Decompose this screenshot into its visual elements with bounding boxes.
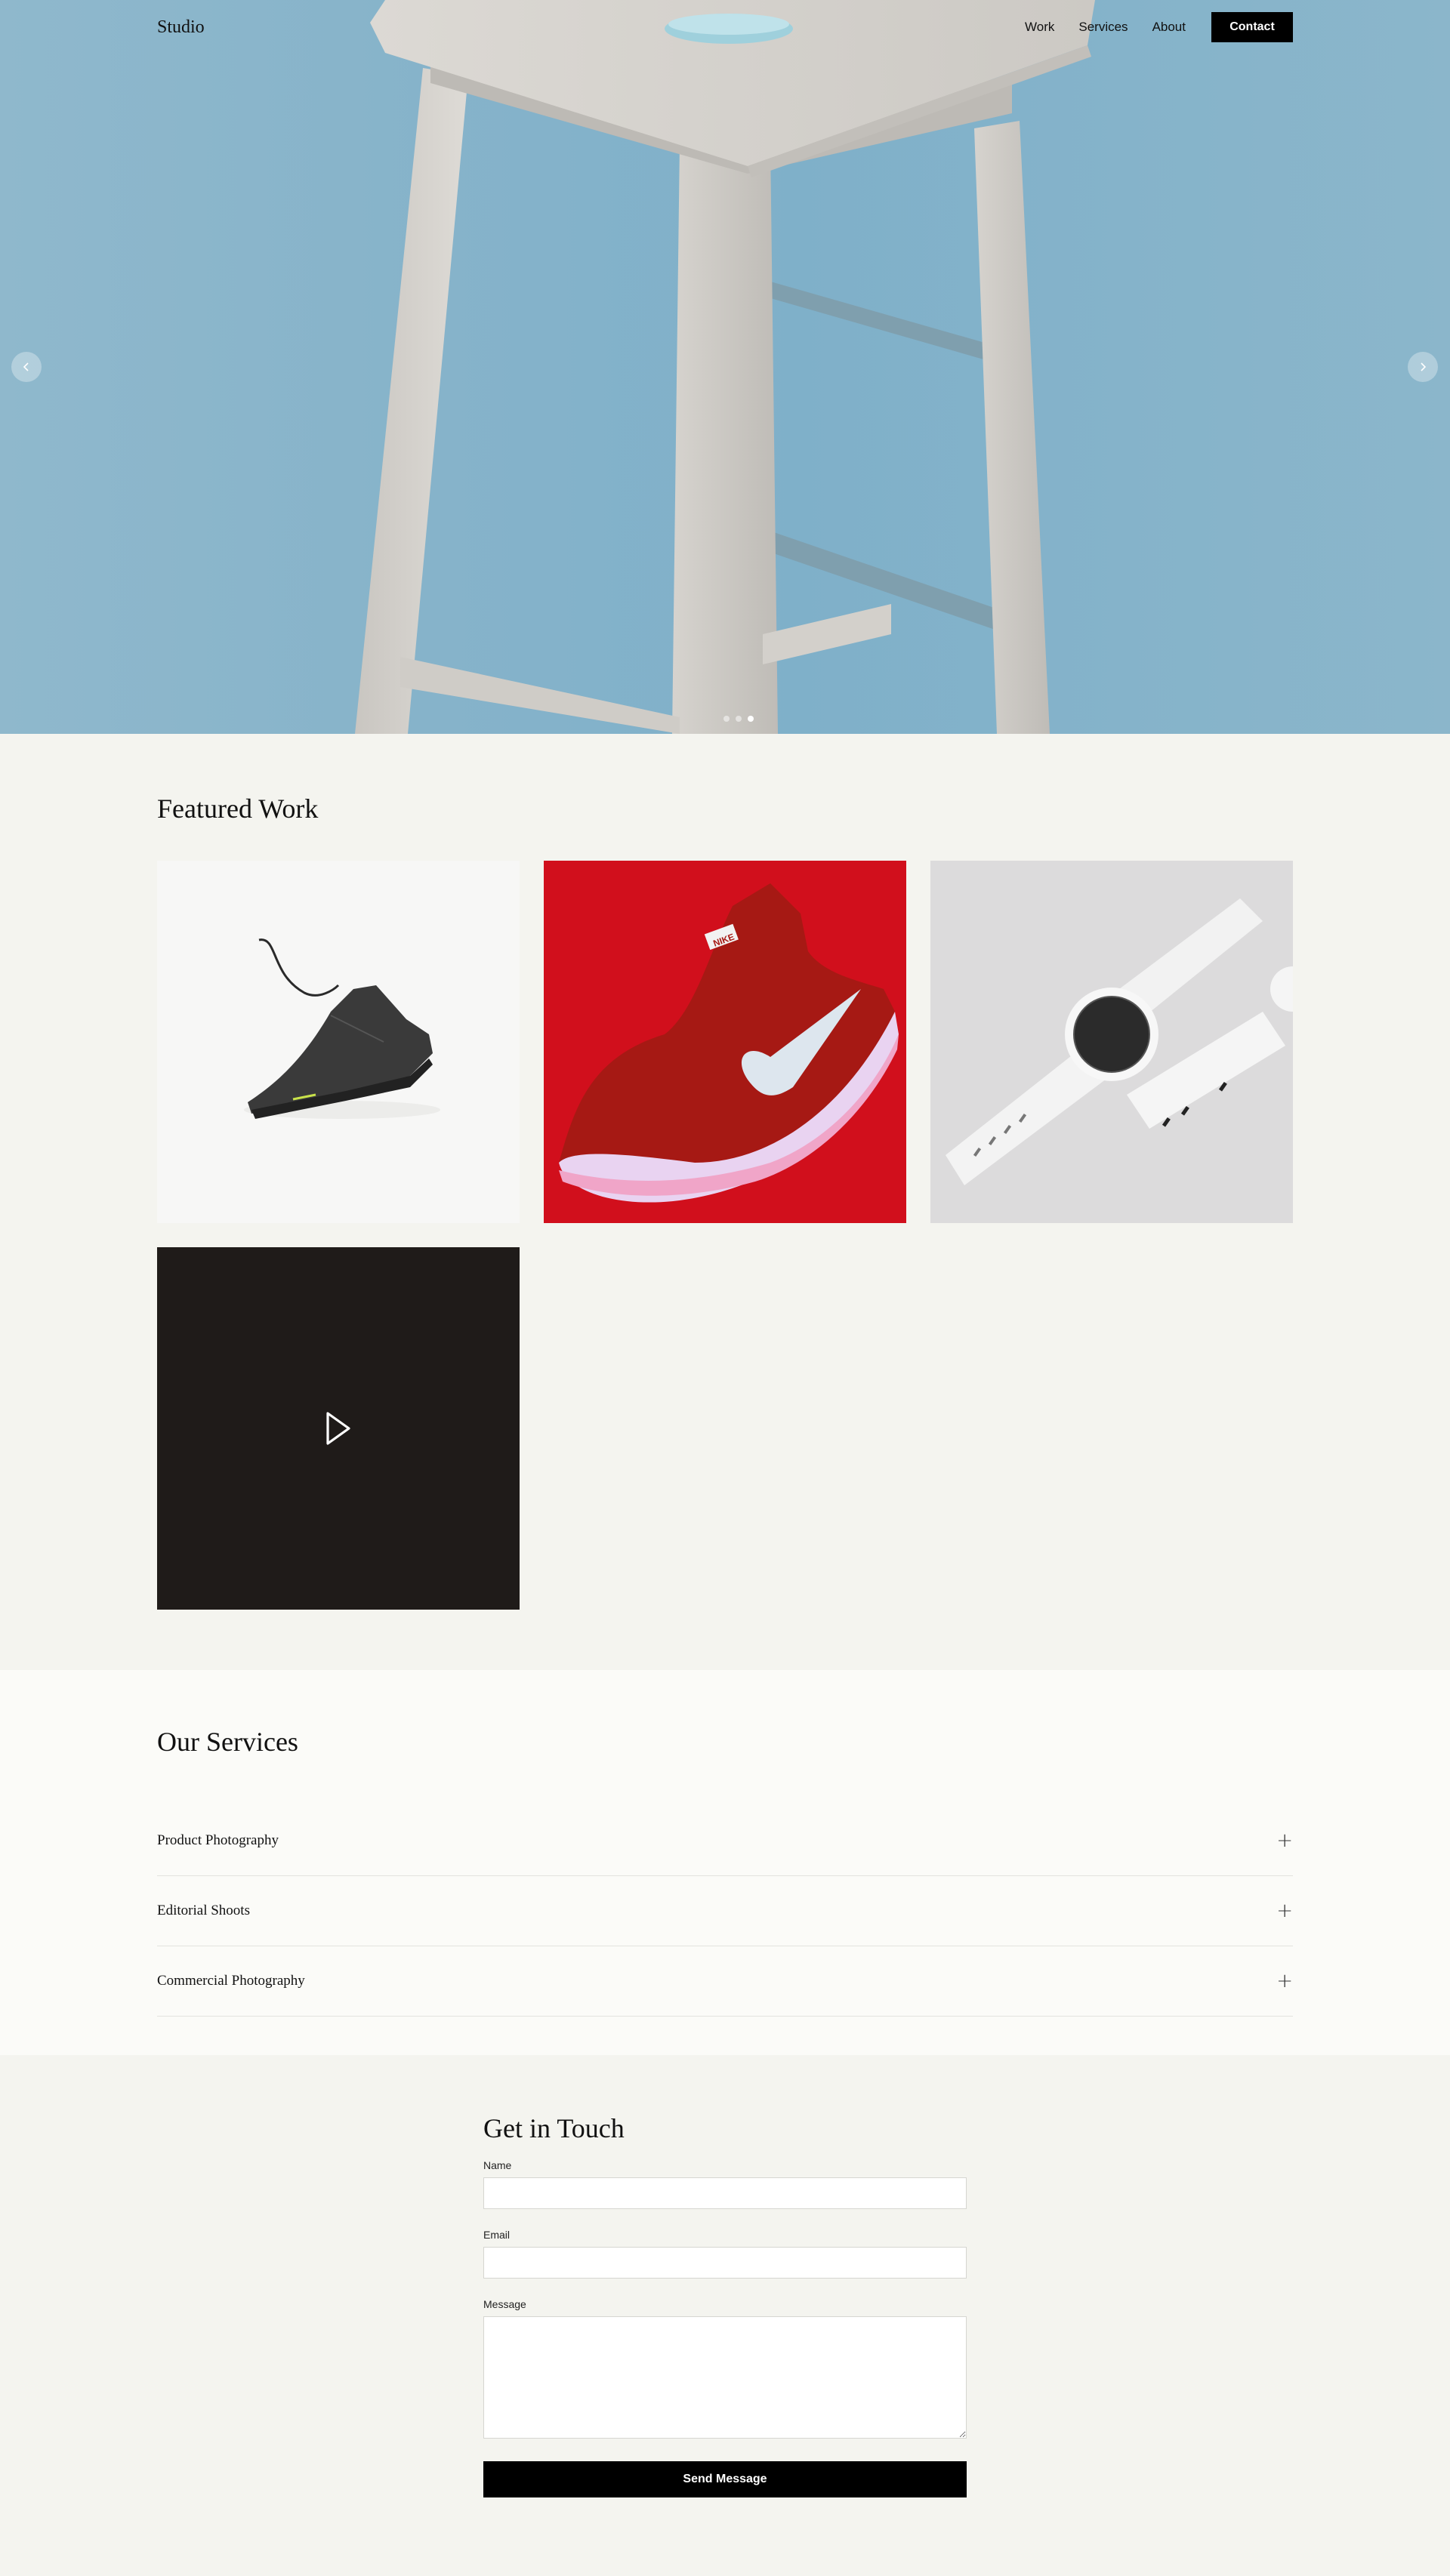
carousel-dot-2[interactable]: [736, 716, 742, 722]
hero-carousel: Studio Work Services About Contact: [0, 0, 1450, 734]
name-field[interactable]: [483, 2177, 967, 2209]
site-header: Studio Work Services About Contact: [157, 0, 1293, 54]
main-nav: Work Services About Contact: [1001, 12, 1293, 42]
service-label: Editorial Shoots: [157, 1903, 250, 1918]
service-item-editorial-shoots[interactable]: Editorial Shoots +: [157, 1876, 1293, 1946]
featured-work-title: Featured Work: [157, 793, 319, 824]
hero-stool-image: [355, 0, 1095, 734]
contact-title: Get in Touch: [483, 2113, 625, 2143]
black-sneaker-image: [157, 861, 520, 1223]
work-tile-black-sneaker[interactable]: [157, 861, 520, 1223]
work-tile-smartwatch[interactable]: [930, 861, 1293, 1223]
service-label: Commercial Photography: [157, 1973, 305, 1989]
contact-button[interactable]: Contact: [1211, 12, 1293, 42]
play-icon[interactable]: [323, 1410, 353, 1447]
carousel-dots: [723, 716, 754, 722]
chevron-left-icon: [23, 362, 29, 371]
message-field[interactable]: [483, 2316, 967, 2439]
email-field[interactable]: [483, 2247, 967, 2279]
message-label: Message: [483, 2298, 526, 2310]
work-tile-video[interactable]: [157, 1247, 520, 1610]
service-label: Product Photography: [157, 1832, 279, 1848]
name-label: Name: [483, 2159, 512, 2171]
contact-section: Get in Touch Name Email Message Send Mes…: [0, 2055, 1450, 2576]
service-item-commercial-photography[interactable]: Commercial Photography +: [157, 1946, 1293, 2017]
service-item-product-photography[interactable]: Product Photography +: [157, 1806, 1293, 1876]
nav-link-services[interactable]: Services: [1078, 20, 1128, 35]
carousel-dot-1[interactable]: [723, 716, 730, 722]
services-title: Our Services: [157, 1727, 298, 1757]
plus-icon: +: [1276, 1900, 1293, 1922]
site-logo[interactable]: Studio: [157, 17, 205, 38]
chevron-right-icon: [1421, 362, 1427, 371]
services-section: Our Services Product Photography + Edito…: [0, 1670, 1450, 2055]
smartwatch-image: [930, 861, 1293, 1223]
featured-work-section: Featured Work NIKE: [0, 734, 1450, 1670]
red-sneaker-image: NIKE: [544, 861, 906, 1223]
carousel-next-button[interactable]: [1408, 352, 1438, 382]
work-tile-red-sneaker[interactable]: NIKE: [544, 861, 906, 1223]
plus-icon: +: [1276, 1829, 1293, 1852]
contact-form: Get in Touch Name Email Message Send Mes…: [483, 2112, 967, 2497]
carousel-dot-3[interactable]: [748, 716, 754, 722]
nav-link-about[interactable]: About: [1152, 20, 1186, 35]
services-accordion: Product Photography + Editorial Shoots +…: [157, 1806, 1293, 2017]
plus-icon: +: [1276, 1970, 1293, 1992]
carousel-prev-button[interactable]: [11, 352, 42, 382]
email-label: Email: [483, 2229, 511, 2241]
nav-link-work[interactable]: Work: [1025, 20, 1054, 35]
send-message-button[interactable]: Send Message: [483, 2461, 967, 2497]
